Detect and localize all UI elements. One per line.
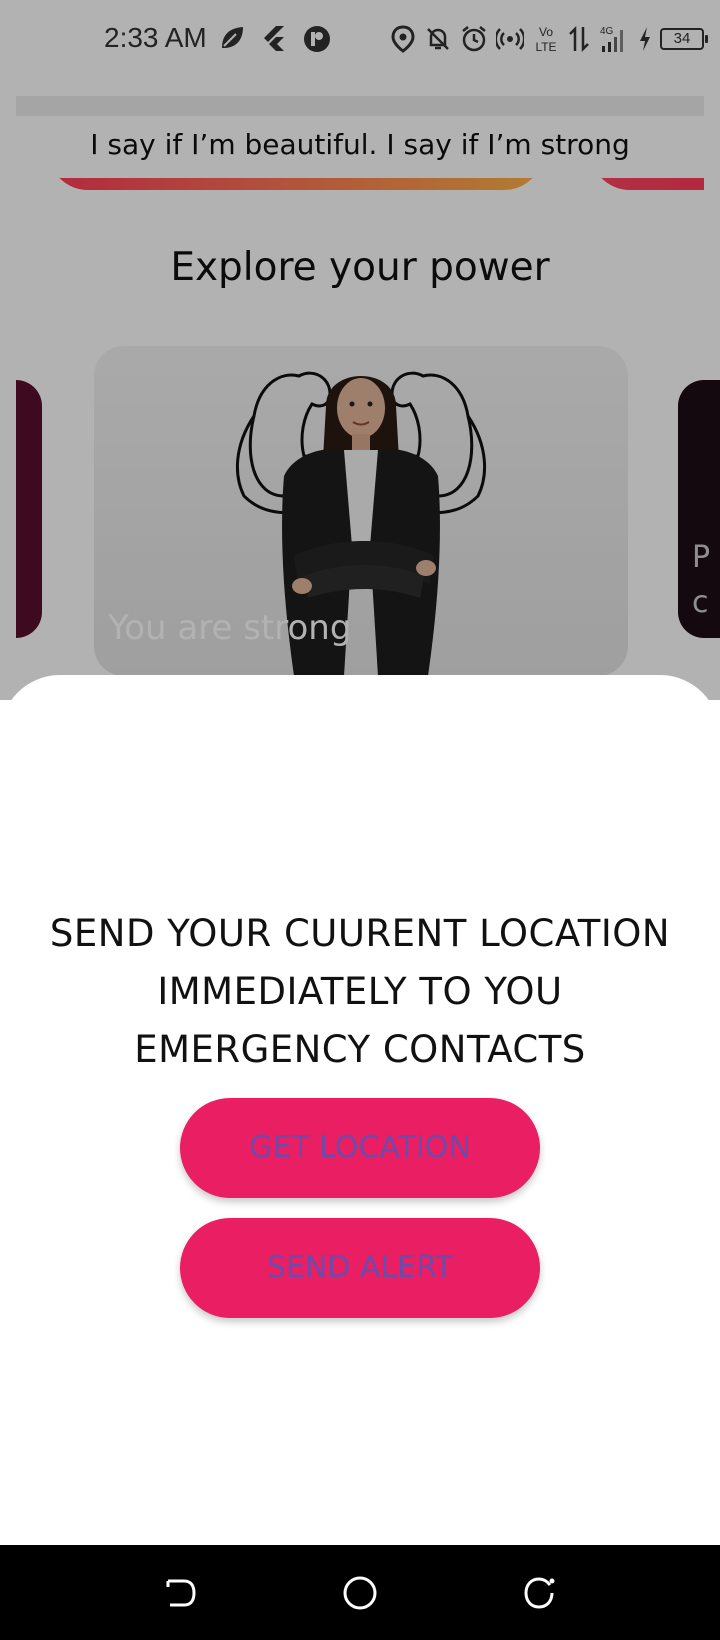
sheet-message: SEND YOUR CUURENT LOCATION IMMEDIATELY T… <box>49 912 671 1071</box>
home-icon[interactable] <box>340 1573 380 1613</box>
back-icon[interactable] <box>160 1573 200 1613</box>
location-bottom-sheet: SEND YOUR CUURENT LOCATION IMMEDIATELY T… <box>0 675 720 1545</box>
get-location-button[interactable]: GET LOCATION <box>180 1098 540 1198</box>
recents-icon[interactable] <box>520 1573 560 1613</box>
modal-scrim[interactable] <box>0 0 720 700</box>
send-alert-button[interactable]: SEND ALERT <box>180 1218 540 1318</box>
system-nav-bar <box>0 1545 720 1640</box>
